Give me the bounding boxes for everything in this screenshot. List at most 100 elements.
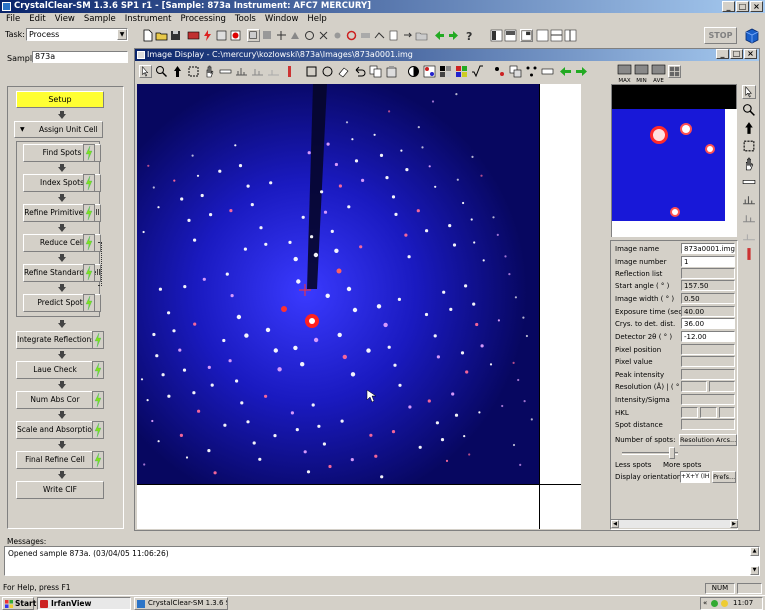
refine-icon[interactable] <box>289 29 302 42</box>
lightning-icon[interactable] <box>83 204 95 222</box>
resolution-arcs-button[interactable]: Resolution Arcs... <box>679 434 737 446</box>
lightning-icon[interactable] <box>83 264 95 282</box>
menu-tools[interactable]: Tools <box>235 13 256 25</box>
setup-button[interactable]: Setup <box>16 91 104 108</box>
maximize-button[interactable]: □ <box>736 1 749 12</box>
assign-unit-cell-button[interactable]: ▼ Assign Unit Cell <box>14 121 103 138</box>
tray-app-icon[interactable] <box>711 600 718 607</box>
pointer-icon[interactable] <box>139 65 152 78</box>
zoom-icon[interactable] <box>155 65 168 78</box>
image-minimize-button[interactable]: _ <box>716 49 729 59</box>
next-image-icon[interactable] <box>575 65 588 78</box>
collapse-triangle-icon[interactable]: ▼ <box>20 122 25 137</box>
zoom-icon[interactable] <box>742 103 756 117</box>
rectangle-icon[interactable] <box>305 65 318 78</box>
image-close-button[interactable]: × <box>744 49 757 59</box>
task-select[interactable]: Process ▼ <box>26 28 128 41</box>
paste-icon[interactable] <box>385 65 398 78</box>
profile-2-icon[interactable] <box>251 65 264 78</box>
taskbar-irfanview[interactable]: IrfanView <box>37 597 131 610</box>
hand-icon[interactable] <box>742 157 756 171</box>
new-file-icon[interactable] <box>141 29 154 42</box>
scroll-left-icon[interactable]: ◀ <box>611 520 619 528</box>
menu-instrument[interactable]: Instrument <box>125 13 172 25</box>
integrate-reflections-button[interactable]: Integrate Reflections <box>16 331 95 349</box>
folder-icon[interactable] <box>415 29 428 42</box>
forward-arrow-icon[interactable] <box>447 29 460 42</box>
save-icon[interactable] <box>169 29 182 42</box>
hkl-icon[interactable] <box>525 65 538 78</box>
line-tool-icon[interactable] <box>219 65 232 78</box>
start-button[interactable]: Start <box>2 597 36 610</box>
layout-2-icon[interactable] <box>504 29 517 42</box>
image-number-field[interactable]: 1 <box>681 256 735 267</box>
min-button[interactable]: MIN <box>634 64 649 84</box>
close-button[interactable]: × <box>750 1 763 12</box>
scale-absorption-button[interactable]: Scale and Absorption <box>16 421 97 439</box>
cube-icon[interactable] <box>743 27 761 45</box>
copy-icon[interactable] <box>369 65 382 78</box>
lightning-icon[interactable] <box>92 361 104 379</box>
menu-edit[interactable]: Edit <box>29 13 45 25</box>
up-arrow-icon[interactable] <box>171 65 184 78</box>
lightning-icon[interactable] <box>83 234 95 252</box>
image-view-icon[interactable] <box>247 29 260 42</box>
sqrt-icon[interactable] <box>471 65 484 78</box>
chevron-down-icon[interactable]: ▼ <box>117 29 127 40</box>
undo-icon[interactable] <box>353 65 366 78</box>
integrate-icon[interactable] <box>331 29 344 42</box>
ave-button[interactable]: AVE <box>651 64 666 84</box>
laue-icon[interactable] <box>345 29 358 42</box>
record-icon[interactable] <box>229 29 242 42</box>
menu-processing[interactable]: Processing <box>181 13 226 25</box>
select-box-icon[interactable] <box>742 139 756 153</box>
scroll-right-icon[interactable]: ▶ <box>730 520 738 528</box>
menu-file[interactable]: File <box>6 13 20 25</box>
menu-window[interactable]: Window <box>265 13 299 25</box>
layout-1-icon[interactable] <box>490 29 503 42</box>
layout-5-icon[interactable] <box>550 29 563 42</box>
lightning-icon[interactable] <box>92 391 104 409</box>
orientation-field[interactable]: +X+Y (IH) <box>680 471 710 483</box>
menu-view[interactable]: View <box>55 13 75 25</box>
minimize-button[interactable]: _ <box>722 1 735 12</box>
tray-volume-icon[interactable] <box>721 600 728 607</box>
profile-icon[interactable] <box>235 65 248 78</box>
line-tool-icon[interactable] <box>742 175 756 189</box>
export-icon[interactable] <box>401 29 414 42</box>
instrument-red-icon[interactable] <box>187 29 200 42</box>
absorption-icon[interactable] <box>373 29 386 42</box>
taskbar-crystalclear[interactable]: CrystalClear-SM 1.3.6 S... <box>134 597 228 610</box>
profile-3-icon[interactable] <box>267 65 280 78</box>
scroll-down-icon[interactable]: ▼ <box>750 566 759 575</box>
grayscale-icon[interactable] <box>439 65 452 78</box>
laue-check-button[interactable]: Laue Check <box>16 361 94 379</box>
write-cif-icon[interactable] <box>387 29 400 42</box>
detector-field[interactable]: -12.00 <box>681 331 735 342</box>
profile-3-icon[interactable] <box>742 229 756 243</box>
num-abs-cor-button[interactable]: Num Abs Cor <box>16 391 94 409</box>
colorbar-icon[interactable] <box>283 65 296 78</box>
write-cif-button[interactable]: Write CIF <box>16 481 104 499</box>
find-spots-icon[interactable] <box>261 29 274 42</box>
predict-icon[interactable] <box>317 29 330 42</box>
lightning-icon[interactable] <box>92 451 104 469</box>
reduce-icon[interactable] <box>303 29 316 42</box>
lightning-icon[interactable] <box>83 144 95 162</box>
lightning-icon[interactable] <box>83 294 95 312</box>
layout-6-icon[interactable] <box>564 29 577 42</box>
contrast-icon[interactable] <box>407 65 420 78</box>
pointer-icon[interactable] <box>742 85 756 99</box>
prefs-button[interactable]: Prefs... <box>712 471 736 483</box>
profile-icon[interactable] <box>742 193 756 207</box>
info-horizontal-scrollbar[interactable]: ◀ ▶ <box>611 519 738 528</box>
zoom-window[interactable] <box>611 84 737 237</box>
help-question-icon[interactable]: ? <box>463 29 476 42</box>
grid-view-icon[interactable] <box>668 65 681 78</box>
final-refine-cell-button[interactable]: Final Refine Cell <box>16 451 94 469</box>
spots-slider-thumb[interactable] <box>669 447 675 459</box>
previous-image-icon[interactable] <box>559 65 572 78</box>
lightning-icon[interactable] <box>83 174 95 192</box>
profile-2-icon[interactable] <box>742 211 756 225</box>
stop-button[interactable]: STOP <box>704 27 737 44</box>
